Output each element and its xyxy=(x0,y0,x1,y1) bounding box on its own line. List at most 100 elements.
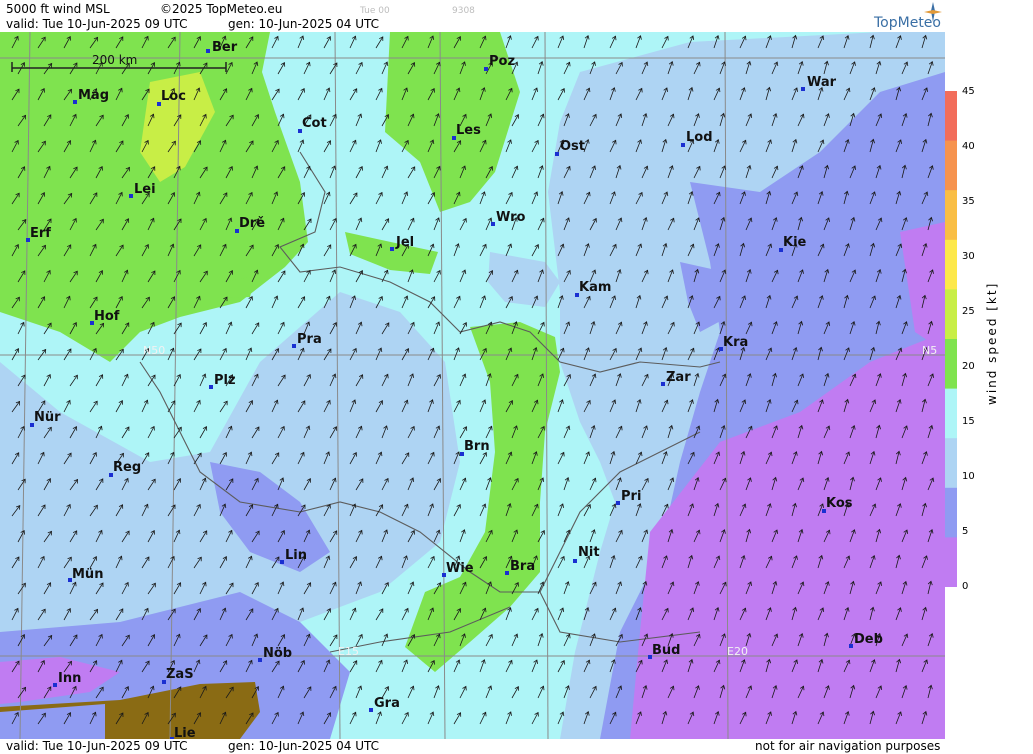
svg-text:Nür: Nür xyxy=(34,410,61,425)
city-marker[interactable]: Les xyxy=(452,123,481,140)
city-marker[interactable]: Nöb xyxy=(258,646,292,662)
city-marker[interactable]: Ost xyxy=(555,139,585,156)
svg-text:Plz: Plz xyxy=(214,373,236,388)
city-marker[interactable]: Bud xyxy=(648,643,680,659)
faint-day: Tue 00 xyxy=(360,6,390,16)
city-marker[interactable]: Lin xyxy=(280,548,307,564)
city-marker[interactable]: Gra xyxy=(369,696,400,712)
city-marker[interactable]: Bra xyxy=(505,559,535,575)
svg-text:Cot: Cot xyxy=(302,116,327,131)
city-marker[interactable]: Kos xyxy=(822,496,853,513)
generated-time: gen: 10-Jun-2025 04 UTC xyxy=(228,17,380,31)
colorbar-tick: 0 xyxy=(962,581,969,592)
city-marker[interactable]: Pra xyxy=(292,332,322,348)
city-marker[interactable]: Lod xyxy=(681,130,713,147)
city-marker[interactable]: Loc xyxy=(157,89,186,106)
city-marker[interactable]: Nür xyxy=(30,410,61,427)
svg-text:Bra: Bra xyxy=(510,559,535,574)
svg-text:War: War xyxy=(807,75,837,90)
colorbar-tick: 20 xyxy=(962,361,975,372)
colorbar-tick: 35 xyxy=(962,196,975,207)
city-marker[interactable]: Kra xyxy=(719,335,748,351)
svg-text:Hof: Hof xyxy=(94,309,120,324)
colorbar-band xyxy=(945,239,957,290)
city-marker[interactable]: Mün xyxy=(68,567,103,582)
svg-text:Wie: Wie xyxy=(446,561,474,576)
svg-text:Drě: Drě xyxy=(239,216,265,231)
wind-map[interactable]: 200 km N50 N5 E15 E20 Ber Poz War Mag Lo… xyxy=(0,32,945,739)
city-marker[interactable]: Wie xyxy=(442,561,474,577)
city-marker[interactable]: Brn xyxy=(460,439,490,456)
colorbar-band xyxy=(945,140,957,191)
colorbar-tick: 5 xyxy=(962,526,969,537)
colorbar-band xyxy=(945,91,957,142)
colorbar-tick: 40 xyxy=(962,141,975,152)
svg-text:Kra: Kra xyxy=(723,335,748,350)
grid-label-e20: E20 xyxy=(727,645,748,658)
footer-valid-time: valid: Tue 10-Jun-2025 09 UTC xyxy=(6,739,188,753)
svg-text:Nöb: Nöb xyxy=(263,646,292,661)
svg-text:Lod: Lod xyxy=(686,130,713,145)
city-marker[interactable]: ZaS xyxy=(162,667,194,684)
city-marker[interactable]: Kie xyxy=(779,235,807,252)
city-marker[interactable]: Kam xyxy=(575,280,611,297)
svg-text:Pra: Pra xyxy=(297,332,322,347)
footer-bar: valid: Tue 10-Jun-2025 09 UTC gen: 10-Ju… xyxy=(0,739,945,754)
svg-text:Reg: Reg xyxy=(113,460,141,475)
city-marker[interactable]: Inn xyxy=(53,671,81,687)
svg-text:Loc: Loc xyxy=(161,89,186,104)
svg-text:Brn: Brn xyxy=(464,439,490,454)
svg-text:Mag: Mag xyxy=(78,88,109,103)
colorbar-band xyxy=(945,289,957,340)
svg-text:Bud: Bud xyxy=(652,643,680,658)
svg-text:Mün: Mün xyxy=(72,567,103,582)
colorbar-band xyxy=(945,190,957,241)
colorbar-band xyxy=(945,339,957,390)
colorbar-band xyxy=(945,537,957,587)
svg-text:Ber: Ber xyxy=(212,40,238,55)
map-title: 5000 ft wind MSL xyxy=(6,2,110,16)
scale-bar-label: 200 km xyxy=(92,53,137,67)
valid-time: valid: Tue 10-Jun-2025 09 UTC xyxy=(6,17,188,31)
city-marker[interactable]: Reg xyxy=(109,460,141,477)
copyright: ©2025 TopMeteo.eu xyxy=(160,2,283,16)
colorbar-title: wind speed [kt] xyxy=(985,281,999,405)
grid-label-n50: N50 xyxy=(143,344,165,357)
header-bar: 5000 ft wind MSL ©2025 TopMeteo.eu Tue 0… xyxy=(0,0,945,32)
wind-speed-colorbar xyxy=(945,91,957,587)
svg-text:Inn: Inn xyxy=(58,671,81,686)
footer-disclaimer: not for air navigation purposes xyxy=(755,739,941,753)
colorbar-tick: 10 xyxy=(962,471,975,482)
city-marker[interactable]: Wro xyxy=(491,210,526,226)
svg-text:ZaS: ZaS xyxy=(166,667,194,682)
svg-text:Wro: Wro xyxy=(496,210,526,225)
svg-text:Lie: Lie xyxy=(174,726,196,739)
grid-label-n5: N5 xyxy=(922,344,937,357)
colorbar-tick: 45 xyxy=(962,86,975,97)
svg-text:Gra: Gra xyxy=(374,696,400,711)
city-marker[interactable]: Mag xyxy=(73,88,109,104)
faint-code: 9308 xyxy=(452,6,475,16)
svg-text:Erf: Erf xyxy=(30,226,51,241)
city-marker[interactable]: Zar xyxy=(661,370,691,386)
city-marker[interactable]: Poz xyxy=(484,54,515,71)
svg-text:Kie: Kie xyxy=(783,235,807,250)
svg-text:Les: Les xyxy=(456,123,481,138)
colorbar-tick: 25 xyxy=(962,306,975,317)
city-marker[interactable]: Cot xyxy=(298,116,327,133)
colorbar-tick: 15 xyxy=(962,416,975,427)
grid-label-e15: E15 xyxy=(338,645,359,658)
city-marker[interactable]: Deb xyxy=(849,632,883,648)
city-marker[interactable]: Erf xyxy=(26,226,51,242)
svg-text:Kos: Kos xyxy=(826,496,853,511)
city-marker[interactable]: Drě xyxy=(235,216,265,233)
colorbar-band xyxy=(945,487,957,538)
svg-text:Ost: Ost xyxy=(560,139,585,154)
colorbar-band xyxy=(945,388,957,439)
svg-text:Jel: Jel xyxy=(395,235,414,250)
city-marker[interactable]: Lie xyxy=(170,726,196,739)
svg-text:Nit: Nit xyxy=(578,545,600,560)
colorbar-tick: 30 xyxy=(962,251,975,262)
city-marker[interactable]: Hof xyxy=(90,309,120,325)
city-marker[interactable]: War xyxy=(801,75,837,91)
